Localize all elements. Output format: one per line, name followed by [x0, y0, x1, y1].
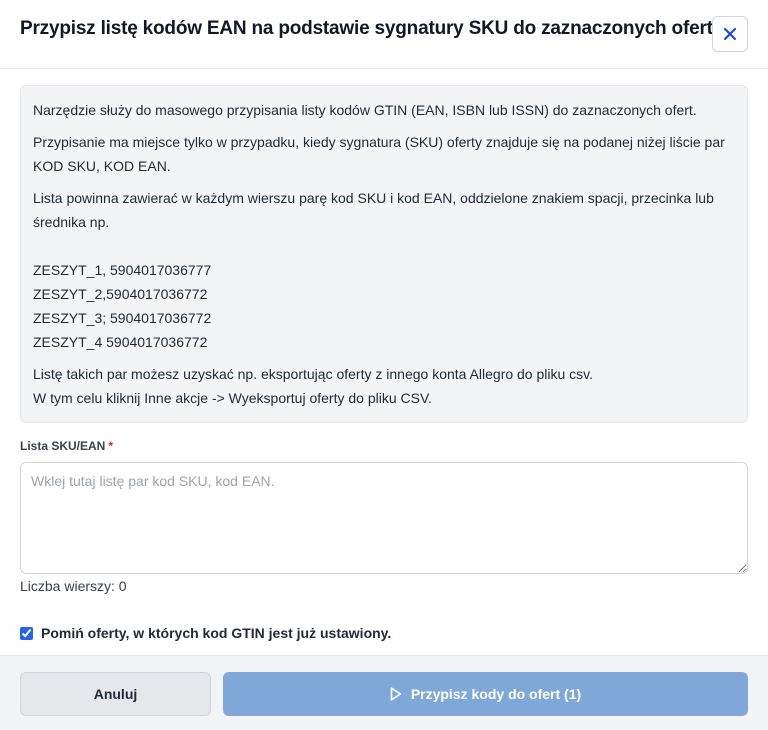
- example-line: ZESZYT_1, 5904017036777: [33, 262, 212, 278]
- close-icon: [723, 27, 737, 41]
- info-paragraph-purpose: Narzędzie służy do masowego przypisania …: [33, 102, 697, 118]
- dialog-header: Przypisz listę kodów EAN na podstawie sy…: [0, 0, 768, 69]
- assign-codes-label: Przypisz kody do ofert (1): [410, 686, 582, 702]
- info-export-line: Listę takich par możesz uzyskać np. eksp…: [33, 366, 594, 382]
- play-icon: [390, 687, 402, 701]
- dialog-title: Przypisz listę kodów EAN na podstawie sy…: [20, 18, 713, 39]
- example-line: ZESZYT_3; 5904017036772: [33, 310, 212, 326]
- info-paragraph-format: Lista powinna zawierać w każdym wierszu …: [33, 190, 714, 230]
- sku-ean-textarea[interactable]: [20, 462, 748, 574]
- info-export-hint: W tym celu kliknij Inne akcje -> Wyekspo…: [33, 390, 432, 406]
- skip-existing-option: Pomiń oferty, w których kod GTIN jest ju…: [20, 625, 391, 641]
- info-paragraph-condition: Przypisanie ma miejsce tylko w przypadku…: [33, 134, 725, 174]
- close-button[interactable]: [712, 16, 748, 52]
- skip-existing-label[interactable]: Pomiń oferty, w których kod GTIN jest ju…: [41, 625, 391, 641]
- sku-list-label: Lista SKU/EAN *: [20, 439, 113, 453]
- sku-list-label-text: Lista SKU/EAN: [20, 439, 106, 453]
- info-box: Narzędzie służy do masowego przypisania …: [20, 85, 748, 423]
- assign-codes-button[interactable]: Przypisz kody do ofert (1): [223, 672, 748, 716]
- example-list: ZESZYT_1, 5904017036777 ZESZYT_2,5904017…: [33, 258, 735, 354]
- required-mark: *: [108, 439, 114, 453]
- skip-existing-checkbox[interactable]: [20, 626, 33, 640]
- info-paragraph-export: Listę takich par możesz uzyskać np. eksp…: [33, 362, 735, 410]
- row-count: Liczba wierszy: 0: [20, 578, 127, 594]
- dialog-footer: Anuluj Przypisz kody do ofert (1): [0, 655, 768, 730]
- example-line: ZESZYT_2,5904017036772: [33, 286, 208, 302]
- example-line: ZESZYT_4 5904017036772: [33, 334, 208, 350]
- cancel-button[interactable]: Anuluj: [20, 672, 211, 716]
